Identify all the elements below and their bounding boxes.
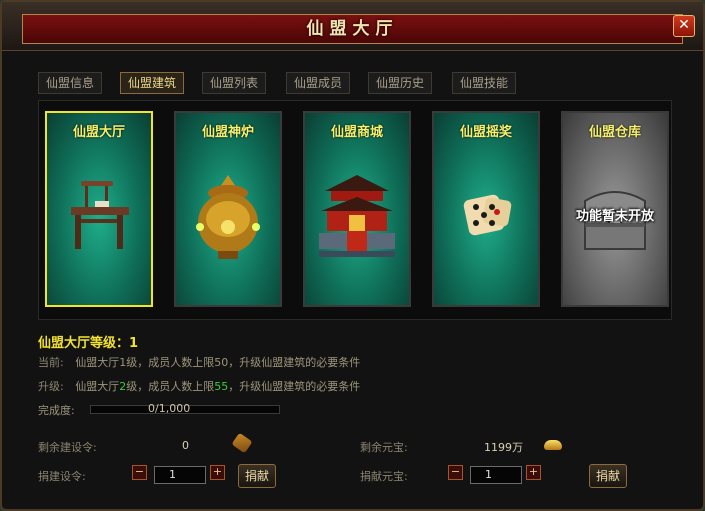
current-level-row: 当前: 仙盟大厅1级，成员人数上限50，升级仙盟建筑的必要条件	[38, 354, 360, 370]
upgrade-limit: 55	[214, 380, 229, 393]
building-card-lottery[interactable]: 仙盟摇奖	[432, 111, 540, 307]
orders-minus-button[interactable]: −	[132, 465, 147, 480]
remaining-ingots-value: 1199万	[484, 441, 523, 454]
building-card-hall[interactable]: 仙盟大厅	[45, 111, 153, 307]
remaining-orders-value: 0	[182, 439, 189, 452]
construction-order-icon	[231, 432, 253, 454]
guild-hall-window: 仙盟大厅 ✕ 仙盟信息 仙盟建筑 仙盟列表 仙盟成员 仙盟历史 仙盟技能 仙盟大…	[0, 0, 705, 511]
donate-ingots-label: 捐献元宝:	[360, 470, 408, 483]
progress-label: 完成度:	[38, 404, 75, 417]
ingots-minus-button[interactable]: −	[448, 465, 463, 480]
donate-orders-button[interactable]: 捐献	[238, 464, 276, 488]
upgrade-label: 升级:	[38, 380, 64, 393]
building-title: 仙盟仓库	[588, 125, 641, 140]
ingot-icon	[544, 440, 562, 450]
current-text: 仙盟大厅1级，成员人数上限50，升级仙盟建筑的必要条件	[75, 356, 361, 369]
level-label: 仙盟大厅等级：	[38, 336, 130, 351]
building-title: 仙盟神炉	[201, 125, 254, 140]
tab-guild-history[interactable]: 仙盟历史	[368, 72, 432, 94]
building-title: 仙盟大厅	[72, 125, 125, 140]
building-card-shop[interactable]: 仙盟商城	[303, 111, 411, 307]
current-label: 当前:	[38, 356, 64, 369]
building-cards: 仙盟大厅 仙盟神炉 仙盟商城 仙盟摇奖 仙盟仓库 功能暂未开放	[38, 100, 672, 320]
orders-plus-button[interactable]: +	[210, 465, 225, 480]
level-value: 1	[129, 336, 139, 351]
orders-quantity-input[interactable]: 1	[154, 466, 206, 484]
tab-guild-list[interactable]: 仙盟列表	[202, 72, 266, 94]
furnace-icon	[196, 175, 260, 259]
tab-guild-buildings[interactable]: 仙盟建筑	[120, 72, 184, 94]
upgrade-suffix: ，升级仙盟建筑的必要条件	[228, 380, 361, 393]
desk-icon	[71, 181, 129, 249]
not-available-text: 功能暂未开放	[575, 209, 654, 224]
window-title: 仙盟大厅	[22, 14, 683, 44]
remaining-ingots-label: 剩余元宝:	[360, 441, 408, 454]
title-bar[interactable]: 仙盟大厅 ✕	[2, 2, 703, 51]
building-title: 仙盟摇奖	[459, 125, 512, 140]
close-icon[interactable]: ✕	[673, 15, 695, 37]
ingots-plus-button[interactable]: +	[526, 465, 541, 480]
building-card-furnace[interactable]: 仙盟神炉	[174, 111, 282, 307]
remaining-orders-label: 剩余建设令:	[38, 441, 97, 454]
tab-guild-members[interactable]: 仙盟成员	[286, 72, 350, 94]
tab-guild-skills[interactable]: 仙盟技能	[452, 72, 516, 94]
tab-guild-info[interactable]: 仙盟信息	[38, 72, 102, 94]
ingots-quantity-input[interactable]: 1	[470, 466, 522, 484]
building-card-warehouse[interactable]: 仙盟仓库 功能暂未开放	[561, 111, 669, 307]
dice-icon	[463, 194, 512, 236]
building-title: 仙盟商城	[330, 125, 383, 140]
progress-text: 0/1,000	[148, 402, 191, 415]
donate-orders-label: 捐建设令:	[38, 470, 86, 483]
upgrade-prefix: 仙盟大厅	[75, 380, 120, 393]
upgrade-row: 升级: 仙盟大厅2级，成员人数上限55，升级仙盟建筑的必要条件	[38, 378, 360, 394]
upgrade-mid: 级，成员人数上限	[126, 380, 215, 393]
donate-ingots-button[interactable]: 捐献	[589, 464, 627, 488]
building-level: 仙盟大厅等级：1	[38, 332, 138, 351]
palace-icon	[319, 175, 395, 257]
